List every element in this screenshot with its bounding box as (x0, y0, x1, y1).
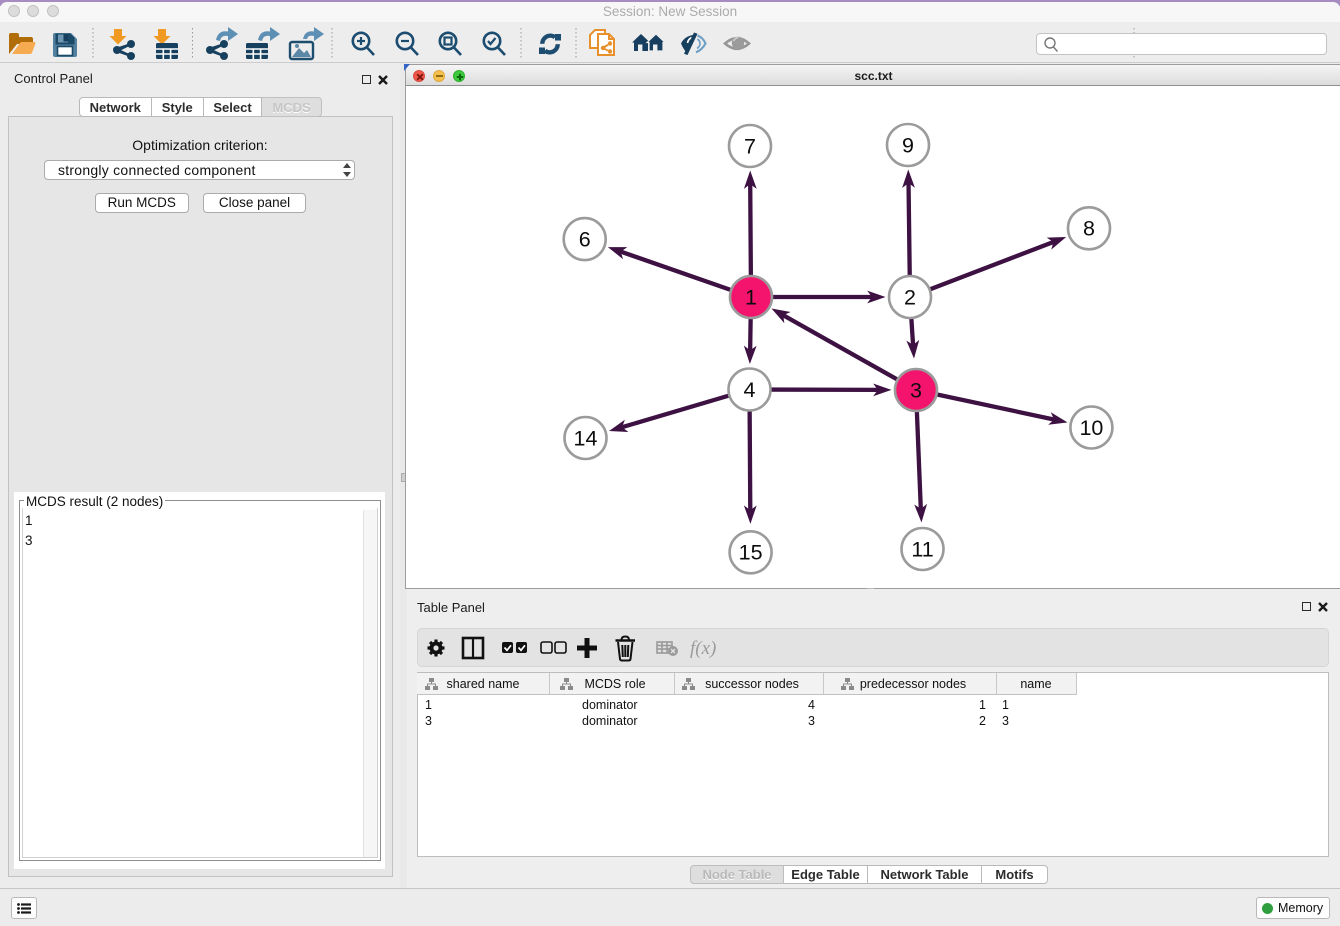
svg-text:10: 10 (1079, 416, 1103, 440)
svg-text:1: 1 (1002, 698, 1009, 712)
svg-text:3: 3 (808, 714, 815, 728)
svg-text:3: 3 (425, 714, 432, 728)
svg-text:8: 8 (1083, 217, 1095, 241)
svg-text:6: 6 (579, 227, 591, 251)
svg-text:MCDS role: MCDS role (584, 677, 645, 691)
svg-text:1: 1 (979, 698, 986, 712)
svg-text:name: name (1020, 677, 1051, 691)
svg-text:dominator: dominator (582, 714, 638, 728)
svg-text:15: 15 (739, 541, 763, 565)
svg-text:4: 4 (808, 698, 815, 712)
svg-text:dominator: dominator (582, 698, 638, 712)
svg-text:predecessor nodes: predecessor nodes (860, 677, 966, 691)
svg-text:4: 4 (744, 378, 756, 402)
svg-text:3: 3 (910, 378, 922, 402)
svg-text:1: 1 (745, 285, 757, 309)
svg-text:successor nodes: successor nodes (705, 677, 799, 691)
svg-text:f(x): f(x) (690, 638, 716, 659)
svg-text:2: 2 (904, 285, 916, 309)
svg-text:7: 7 (744, 134, 756, 158)
svg-text:shared name: shared name (447, 677, 520, 691)
svg-text:1: 1 (425, 698, 432, 712)
svg-text:9: 9 (902, 133, 914, 157)
svg-text:14: 14 (574, 426, 598, 450)
svg-text:11: 11 (911, 537, 933, 561)
svg-text:2: 2 (979, 714, 986, 728)
svg-text:3: 3 (1002, 714, 1009, 728)
